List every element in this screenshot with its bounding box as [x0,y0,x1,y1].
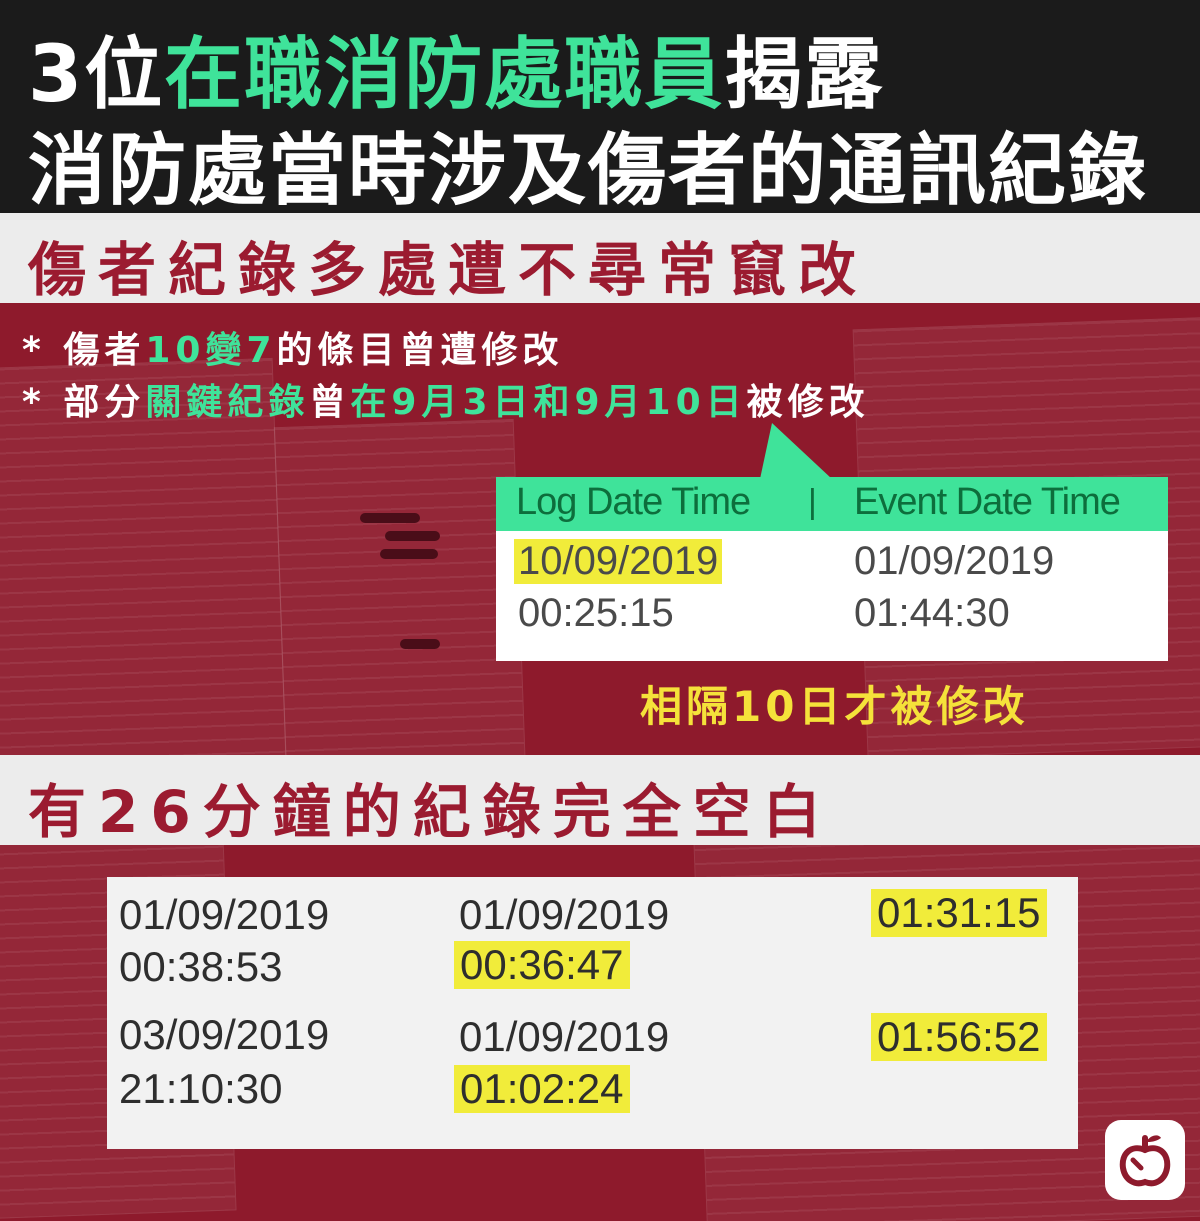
row-2-third-time: 01:56:52 [871,1013,1047,1061]
redaction-mark [360,513,420,523]
bullet-1-suffix: 的條目曾遭修改 [276,330,564,371]
section-2-title: 有26分鐘的紀錄完全空白 [28,778,833,846]
section-2-band: 有26分鐘的紀錄完全空白 [0,755,1200,846]
row-2-log-time: 21:10:30 [119,1065,283,1112]
headline-highlight: 在職消防處職員 [164,30,725,120]
log-date-value: 10/09/2019 [514,539,723,584]
bullet-2-suffix: 被修改 [746,382,870,423]
bullet-1-prefix: * 傷者 [22,330,146,371]
blank-record-excerpt: 01/09/2019 00:38:53 01/09/2019 00:36:47 … [107,877,1078,1149]
log-time-value: 00:25:15 [518,591,674,635]
redaction-mark [400,639,440,649]
redaction-mark [380,549,438,559]
row-1-event-time: 00:36:47 [454,941,630,989]
row-1-log-time: 00:38:53 [119,943,283,990]
bullet-point-1: * 傷者10變7的條目曾遭修改 [22,321,564,373]
bullet-point-2: * 部分關鍵紀錄曾在9月3日和9月10日被修改 [22,373,870,425]
bullet-1-highlight: 10變7 [145,330,277,371]
headline-suffix: 揭露 [724,30,885,120]
headline-banner: 3位在職消防處職員揭露 消防處當時涉及傷者的通訊紀錄 [0,0,1200,216]
section-1-panel: * 傷者10變7的條目曾遭修改 * 部分關鍵紀錄曾在9月3日和9月10日被修改 … [0,303,1200,755]
headline-prefix: 3位 [28,30,165,120]
row-1-event-date: 01/09/2019 [459,891,670,938]
log-excerpt-box: Log Date Time | Event Date Time 10/09/20… [496,477,1168,661]
background-document [273,418,527,755]
headline-line-2: 消防處當時涉及傷者的通訊紀錄 [28,126,1149,216]
event-date-time-header: Event Date Time [854,481,1121,523]
section-1-title: 傷者紀錄多處遭不尋常竄改 [28,236,869,304]
row-1-third-time: 01:31:15 [871,889,1047,937]
log-date-time-header: Log Date Time [516,481,751,523]
redaction-mark [385,531,440,541]
section-2-panel: 01/09/2019 00:38:53 01/09/2019 00:36:47 … [0,845,1200,1221]
event-time-value: 01:44:30 [854,591,1010,635]
row-2-event-date: 01/09/2019 [459,1013,670,1060]
modification-gap-caption: 相隔10日才被修改 [640,682,1029,731]
row-2-event-time: 01:02:24 [454,1065,630,1113]
bullet-2-highlight-a: 關鍵紀錄 [145,382,310,423]
apple-icon [1105,1120,1185,1200]
section-1-band: 傷者紀錄多處遭不尋常竄改 [0,213,1200,304]
log-excerpt-header: Log Date Time | Event Date Time [496,477,1168,531]
callout-pointer [760,423,832,479]
bullet-2-prefix: * 部分 [22,382,146,423]
event-date-value: 01/09/2019 [854,539,1055,583]
bullet-2-highlight-b: 在9月3日和9月10日 [350,382,747,423]
row-2-log-date: 03/09/2019 [119,1011,330,1058]
bullet-2-mid: 曾 [309,382,351,423]
header-separator: | [808,483,817,521]
row-1-log-date: 01/09/2019 [119,891,330,938]
